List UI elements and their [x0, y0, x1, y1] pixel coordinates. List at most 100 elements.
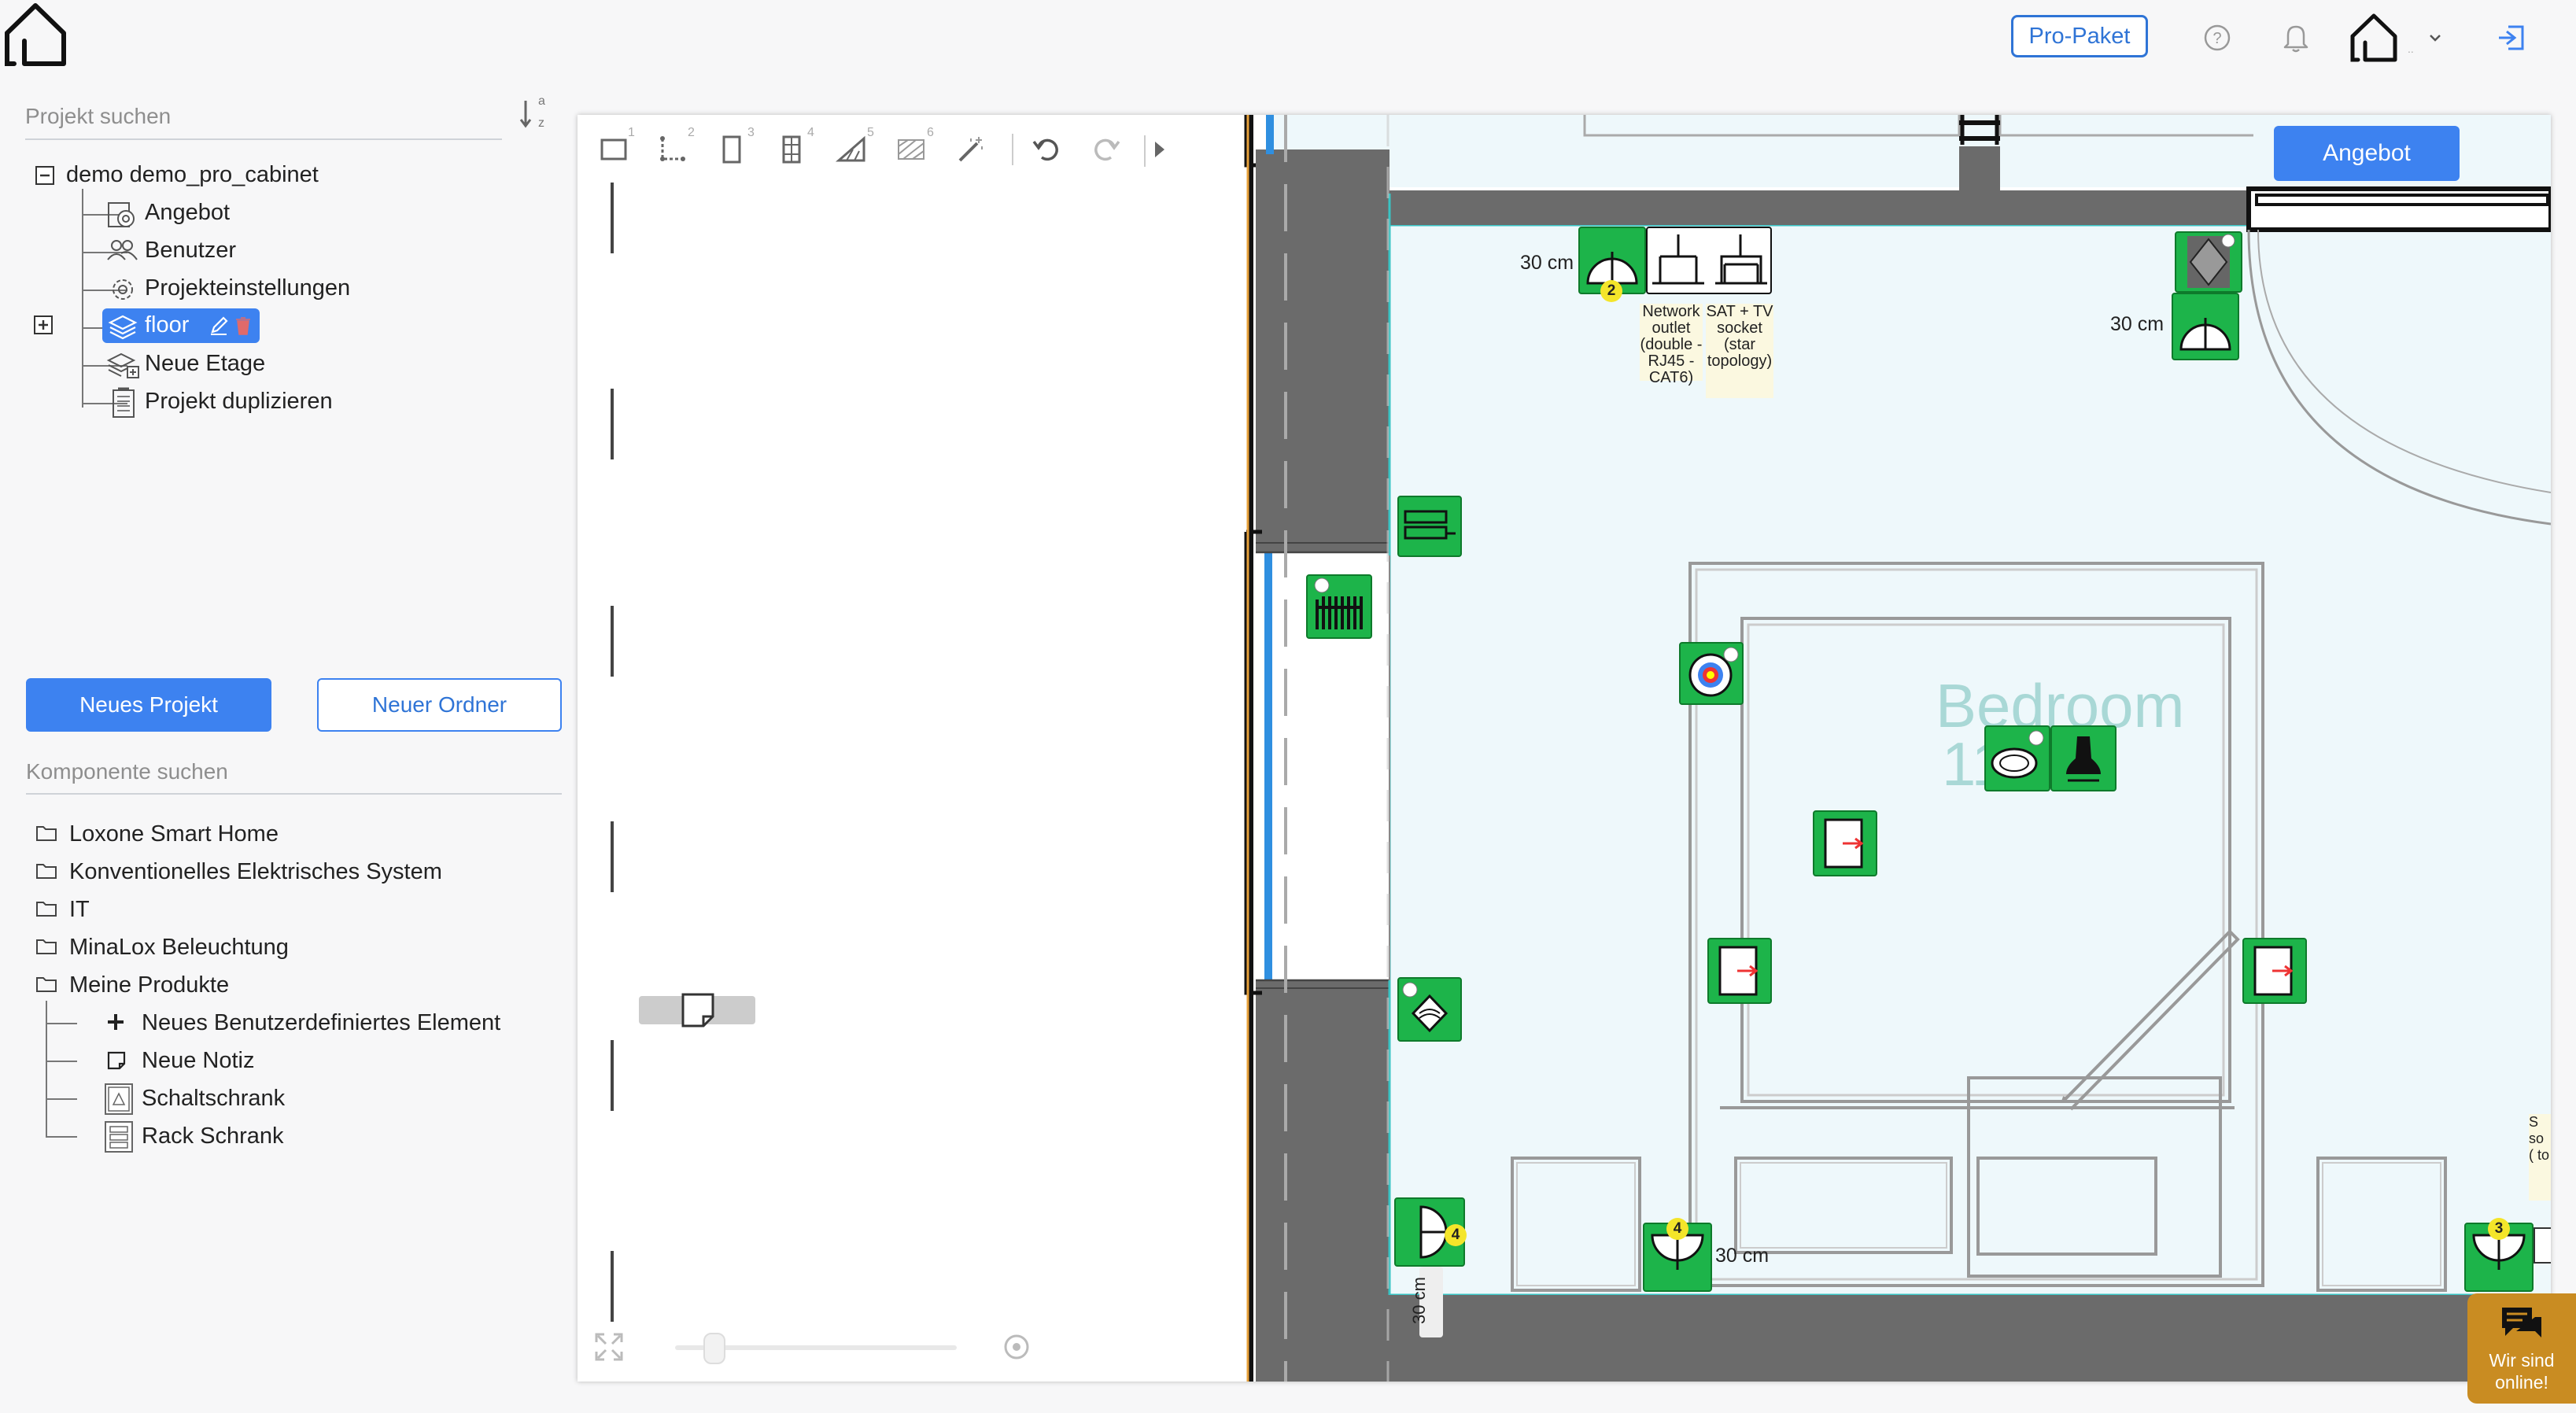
tool-number: 1	[628, 126, 635, 139]
tree-connector	[46, 1001, 47, 1136]
dimension-label: 30 cm	[1520, 252, 1574, 274]
tool-number: 4	[807, 126, 814, 139]
chevron-down-icon[interactable]	[2427, 30, 2444, 46]
tree-item-neue-etage[interactable]: Neue Etage	[105, 348, 499, 382]
delete-trash-icon[interactable]	[233, 315, 253, 337]
home-account-icon[interactable]	[2349, 13, 2398, 63]
product-item-custom-element[interactable]: Neues Benutzerdefiniertes Element	[72, 1007, 576, 1040]
toolbar-divider	[1012, 134, 1013, 165]
motion-sensor-symbol[interactable]	[1679, 642, 1744, 705]
radiator-symbol[interactable]	[1306, 574, 1372, 639]
door-contact-symbol[interactable]	[1707, 938, 1772, 1004]
product-label: Schaltschrank	[142, 1086, 286, 1111]
floorplan-drawing	[1244, 115, 2551, 1382]
folder-konventionelles-elektrisches-system[interactable]: Konventionelles Elektrisches System	[31, 858, 574, 889]
tree-item-label: Projekteinstellungen	[145, 275, 351, 301]
note-icon	[680, 991, 716, 1031]
zoom-slider-handle[interactable]	[703, 1333, 725, 1364]
product-label: Neue Notiz	[142, 1048, 255, 1073]
tree-item-label: Neue Etage	[145, 351, 266, 376]
sort-az-button[interactable]: a z	[518, 93, 549, 135]
expand-toolbar-icon[interactable]	[1144, 126, 1175, 173]
folder-icon	[35, 936, 58, 957]
folder-icon	[35, 898, 58, 919]
edit-pencil-icon[interactable]	[208, 315, 230, 337]
note-chip[interactable]	[639, 993, 755, 1027]
folder-it[interactable]: IT	[31, 895, 574, 927]
tree-item-angebot[interactable]: Angebot	[105, 197, 499, 231]
folder-label: Konventionelles Elektrisches System	[69, 859, 442, 884]
folder-label: MinaLox Beleuchtung	[69, 935, 289, 960]
new-folder-button[interactable]: Neuer Ordner	[317, 678, 562, 732]
folder-loxone-smart-home[interactable]: Loxone Smart Home	[31, 820, 574, 851]
dimension-label: 30 cm	[1715, 1245, 1770, 1267]
tree-connector	[82, 189, 83, 408]
floorplan-canvas[interactable]: 1 2 3 4 5 6 Angebot Bedroom 11 30 cm 2 N…	[578, 115, 2551, 1382]
ruler-mark	[611, 606, 614, 677]
layers-icon	[105, 310, 140, 341]
count-badge: 4	[1445, 1224, 1467, 1246]
ruler-mark	[611, 1040, 614, 1111]
cabinet-icon	[104, 1083, 135, 1116]
undo-tool[interactable]	[1023, 126, 1070, 173]
network-outlet-note[interactable]: Network outlet (double - RJ45 - CAT6)	[1640, 304, 1703, 386]
switch-panel-symbol[interactable]	[1397, 496, 1462, 557]
component-search-input[interactable]	[26, 751, 562, 795]
leaf-sensor-symbol[interactable]	[1397, 977, 1462, 1042]
tree-root-label[interactable]: demo demo_pro_cabinet	[66, 162, 319, 188]
network-outlet-symbols[interactable]	[1646, 227, 1772, 294]
chat-line-1: Wir sind	[2489, 1350, 2555, 1371]
component-tree: Loxone Smart Home Konventionelles Elektr…	[31, 815, 574, 1161]
tool-number: 5	[867, 126, 874, 139]
magic-wand-tool[interactable]	[947, 126, 995, 173]
product-label: Rack Schrank	[142, 1123, 284, 1149]
door-contact-symbol[interactable]	[2242, 938, 2307, 1004]
folder-meine-produkte[interactable]: Meine Produkte	[31, 971, 574, 1002]
recenter-icon[interactable]	[1001, 1331, 1032, 1363]
tree-item-projekt-duplizieren[interactable]: Projekt duplizieren	[105, 386, 499, 420]
duplicate-icon	[109, 386, 143, 420]
fullscreen-icon[interactable]	[593, 1331, 625, 1363]
help-icon[interactable]: ?	[2203, 24, 2231, 52]
socket-symbol[interactable]	[2172, 293, 2239, 360]
vertical-dimension: 30 cm	[1409, 1267, 1443, 1337]
chat-line-2: online!	[2495, 1372, 2548, 1393]
ruler-mark	[611, 1251, 614, 1322]
home-logo-icon[interactable]	[3, 2, 68, 68]
account-dots: ..	[2408, 42, 2414, 55]
product-item-new-note[interactable]: Neue Notiz	[72, 1045, 576, 1078]
door-contact-symbol[interactable]	[1813, 810, 1877, 876]
product-item-schaltschrank[interactable]: Schaltschrank	[72, 1083, 576, 1116]
folder-label: IT	[69, 897, 90, 922]
logout-icon[interactable]	[2496, 22, 2527, 53]
chat-widget[interactable]: Wir sind online!	[2467, 1293, 2576, 1404]
folder-label: Meine Produkte	[69, 972, 230, 998]
chat-bubble-icon	[2499, 1304, 2545, 1345]
offer-button[interactable]: Angebot	[2274, 126, 2460, 181]
expand-icon[interactable]	[31, 313, 55, 337]
new-project-button[interactable]: Neues Projekt	[26, 678, 271, 732]
sat-tv-note[interactable]: SAT + TV socket (star topology)	[1706, 304, 1773, 398]
ruler-mark	[611, 389, 614, 459]
tree-item-projekteinstellungen[interactable]: Projekteinstellungen	[105, 272, 499, 307]
sensor-symbol[interactable]	[2175, 231, 2242, 293]
bell-icon[interactable]	[2282, 22, 2310, 53]
tree-item-benutzer[interactable]: Benutzer	[105, 234, 499, 269]
note-icon	[105, 1050, 127, 1072]
tree-item-label: Projekt duplizieren	[145, 389, 333, 414]
smoke-detector-symbol[interactable]	[1984, 725, 2050, 791]
project-search-input[interactable]	[25, 94, 502, 140]
speaker-symbol[interactable]	[2050, 725, 2117, 791]
redo-tool[interactable]	[1083, 126, 1130, 173]
partial-note[interactable]: S so ( to	[2529, 1114, 2551, 1201]
folder-icon	[35, 861, 58, 881]
dimension-label: 30 cm	[1408, 1277, 1429, 1324]
collapse-icon[interactable]	[35, 165, 55, 186]
product-item-rack-schrank[interactable]: Rack Schrank	[72, 1120, 576, 1153]
folder-minalox-beleuchtung[interactable]: MinaLox Beleuchtung	[31, 933, 574, 965]
tree-item-floor[interactable]: floor	[102, 308, 260, 343]
folder-open-icon	[35, 974, 58, 994]
tree-item-label: Angebot	[145, 200, 231, 225]
pro-package-button[interactable]: Pro-Paket	[2011, 15, 2148, 57]
folder-icon	[35, 823, 58, 843]
